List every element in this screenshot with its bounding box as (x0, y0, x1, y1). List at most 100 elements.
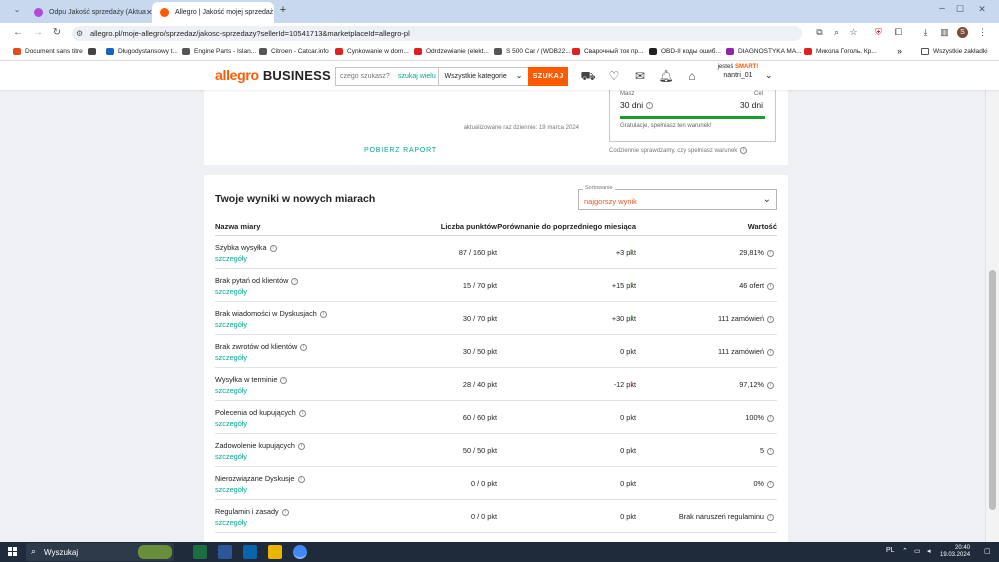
scrollbar-thumb[interactable] (989, 270, 996, 510)
page-scrollbar[interactable] (985, 90, 999, 542)
sort-select[interactable]: Sortowanie najgorszy wynik ⌄ (578, 185, 777, 210)
search-many-link[interactable]: szukaj wielu (398, 73, 438, 80)
maximize-icon[interactable]: ☐ (953, 4, 967, 15)
bookmark-item[interactable]: Odrdzewianie (elekt... (414, 48, 489, 55)
account-menu[interactable]: jesteś SMART! nantri_01 ⌄ (713, 64, 773, 80)
reload-icon[interactable]: ↻ (50, 27, 64, 38)
tray-chevron-icon[interactable]: ⌃ (902, 547, 908, 555)
info-icon[interactable]: i (767, 415, 774, 423)
bookmark-item[interactable]: Długodystansowy t... (106, 48, 178, 55)
bookmark-item[interactable]: OBD-II коды ошиб... (649, 48, 721, 55)
info-icon[interactable]: i (646, 102, 654, 110)
bookmark-item[interactable] (88, 48, 100, 55)
allegro-business-logo[interactable]: allegro BUSINESS (215, 67, 331, 83)
details-link[interactable]: szczegóły (215, 518, 247, 527)
tab-close-icon[interactable]: ✕ (273, 8, 274, 17)
menu-kebab-icon[interactable]: ⋮ (976, 27, 989, 38)
details-link[interactable]: szczegóły (215, 320, 247, 329)
sidebar-icon[interactable]: ▥ (938, 27, 951, 38)
excel-icon[interactable] (193, 545, 207, 559)
extensions-icon[interactable]: ⧠ (892, 27, 905, 38)
details-link[interactable]: szczegóły (215, 254, 247, 263)
back-icon[interactable]: ← (11, 27, 25, 38)
details-link[interactable]: szczegóły (215, 287, 247, 296)
notification-icon[interactable]: ▢ (984, 547, 991, 555)
brave-shield-icon[interactable]: ⛨ (872, 27, 885, 38)
bookmark-item[interactable]: DIAGNOSTYKA MA... (726, 48, 802, 55)
all-bookmarks-folder[interactable]: Wszystkie zakładki (921, 48, 988, 55)
info-icon[interactable]: i (767, 481, 774, 489)
info-icon[interactable]: i (298, 409, 306, 417)
close-window-icon[interactable]: ✕ (975, 4, 989, 15)
site-info-icon[interactable]: ⚙ (76, 29, 83, 38)
tab-allegro-quality[interactable]: Allegro | Jakość mojej sprzedaż ✕ (152, 2, 274, 23)
bookmarks-more-icon[interactable]: » (897, 46, 902, 56)
language-indicator[interactable]: PL (886, 547, 895, 554)
info-icon[interactable]: i (297, 475, 305, 483)
bookmark-item[interactable]: Engine Parts - Islan... (182, 48, 256, 55)
bookmark-item[interactable]: Document sans titre (13, 48, 83, 55)
sales-icon[interactable]: ⛟ (580, 69, 596, 85)
profile-avatar-icon[interactable]: S (957, 27, 968, 38)
metric-points: 0 / 0 pkt (471, 512, 497, 521)
favorites-heart-icon[interactable]: ♡ (606, 69, 622, 83)
volume-icon[interactable]: ◂ (927, 547, 931, 555)
info-icon[interactable]: i (269, 244, 277, 252)
network-icon[interactable]: ▭ (914, 547, 921, 555)
messages-icon[interactable]: ✉ (632, 69, 648, 83)
metric-value: 111 zamówień (718, 314, 764, 323)
search-button[interactable]: SZUKAJ (528, 66, 568, 86)
bookmark-item[interactable]: S 500 Car / (WDB22... (494, 48, 571, 55)
bookmark-item[interactable]: Сварочный ток пр... (572, 48, 644, 55)
metric-compare: 0 pkt (620, 413, 636, 422)
details-link[interactable]: szczegóły (215, 419, 247, 428)
metric-name-text: Zadowolenie kupujących (215, 441, 295, 450)
mail-icon[interactable] (243, 545, 257, 559)
info-icon[interactable]: i (767, 349, 774, 357)
info-icon[interactable]: i (767, 514, 774, 522)
info-icon[interactable]: i (740, 147, 748, 154)
install-app-icon[interactable]: ⧉ (813, 27, 826, 38)
info-icon[interactable]: i (319, 310, 327, 318)
info-icon[interactable]: i (767, 382, 774, 390)
file-explorer-icon[interactable] (268, 545, 282, 559)
info-icon[interactable]: i (767, 448, 774, 456)
zoom-icon[interactable]: ⌕ (830, 27, 843, 38)
info-icon[interactable]: i (280, 376, 288, 384)
system-clock[interactable]: 20:40 19.03.2024 (940, 545, 970, 559)
bookmark-icon (88, 48, 96, 55)
download-icon[interactable]: ⤓ (919, 27, 932, 38)
header-name: Nazwa miary (215, 222, 261, 231)
tab-search-chevron-icon[interactable]: ⌄ (10, 5, 24, 14)
search-input[interactable] (336, 73, 396, 80)
cart-icon[interactable]: ⌂ (684, 69, 700, 83)
tab-quality-report[interactable]: Odpu Jakość sprzedaży (Aktua ✕ (26, 2, 152, 23)
word-icon[interactable] (218, 545, 232, 559)
info-icon[interactable]: i (300, 343, 308, 351)
chrome-icon[interactable] (293, 545, 307, 559)
info-icon[interactable]: i (297, 442, 305, 450)
details-link[interactable]: szczegóły (215, 386, 247, 395)
details-link[interactable]: szczegóły (215, 485, 247, 494)
category-select[interactable]: Wszystkie kategorie ⌄ (437, 68, 529, 85)
info-icon[interactable]: i (767, 283, 774, 291)
download-report-link[interactable]: POBIERZ RAPORT (204, 147, 597, 154)
notifications-bell-icon[interactable]: 🔔︎ (658, 69, 674, 83)
taskbar-search[interactable]: ⌕ Wyszukaj (26, 543, 174, 561)
info-icon[interactable]: i (281, 508, 289, 516)
info-icon[interactable]: i (291, 277, 299, 285)
forward-icon[interactable]: → (31, 27, 45, 38)
info-icon[interactable]: i (767, 316, 774, 324)
info-icon[interactable]: i (767, 250, 774, 258)
bookmark-item[interactable]: Микола Гоголь. Кр... (804, 48, 877, 55)
minimize-icon[interactable]: – (935, 3, 949, 14)
bookmark-star-icon[interactable]: ☆ (847, 27, 860, 38)
bookmark-item[interactable]: Citroen - Catcar.info (259, 48, 329, 55)
address-bar[interactable]: ⚙ allegro.pl/moje-allegro/sprzedaz/jakos… (72, 26, 802, 41)
new-tab-icon[interactable]: + (276, 4, 290, 16)
table-row: Szybka wysyłka i szczegóły 87 / 160 pkt +3 p… (204, 236, 788, 269)
details-link[interactable]: szczegóły (215, 353, 247, 362)
windows-start-icon[interactable] (8, 547, 18, 557)
details-link[interactable]: szczegóły (215, 452, 247, 461)
bookmark-item[interactable]: Cynkowanie w dom... (335, 48, 409, 55)
